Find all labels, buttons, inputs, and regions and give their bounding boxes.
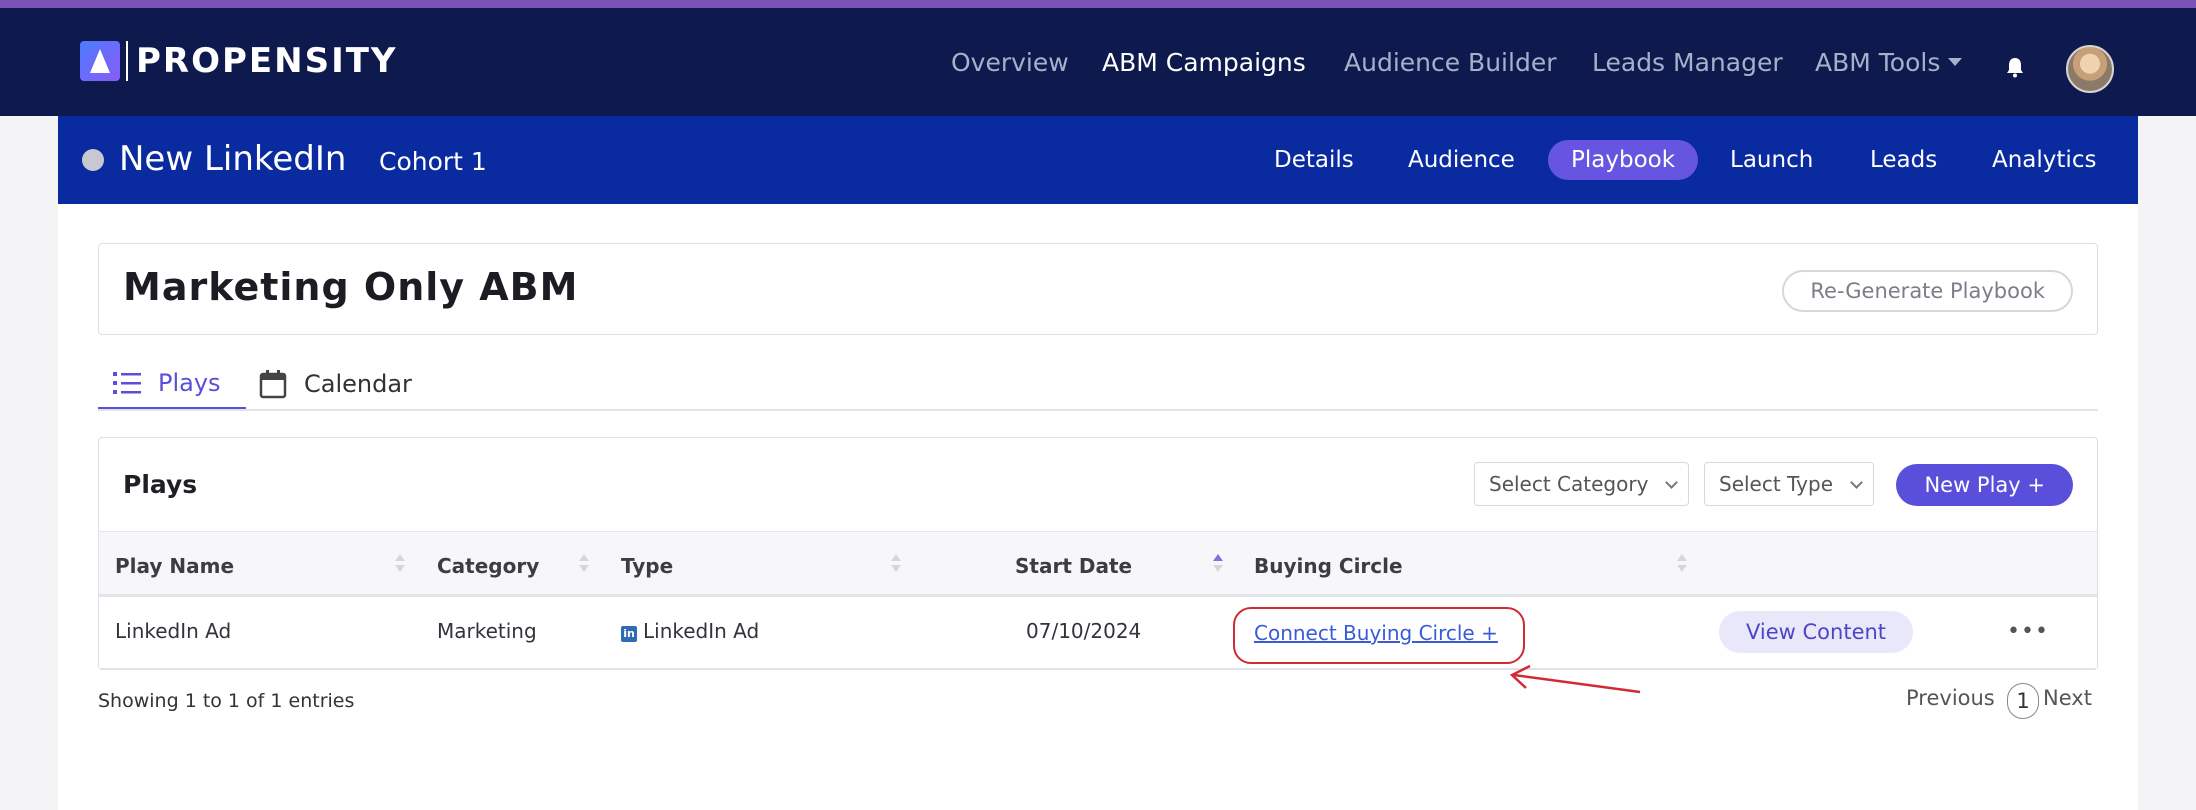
cell-category: Marketing bbox=[437, 619, 537, 643]
pagination-next[interactable]: Next bbox=[2043, 686, 2092, 710]
type-select-value: Select Type bbox=[1719, 472, 1833, 496]
sort-icon[interactable] bbox=[579, 554, 589, 574]
pagination-page-1[interactable]: 1 bbox=[2007, 683, 2039, 719]
column-header-play-name[interactable]: Play Name bbox=[115, 554, 234, 578]
campaign-name: New LinkedIn bbox=[119, 139, 347, 179]
view-content-button[interactable]: View Content bbox=[1719, 611, 1914, 653]
sort-icon[interactable] bbox=[1677, 554, 1687, 574]
notification-bell-icon[interactable] bbox=[2004, 56, 2026, 78]
brand-name: PROPENSITY bbox=[136, 41, 398, 81]
campaign-status-dot bbox=[82, 149, 104, 171]
entries-summary: Showing 1 to 1 of 1 entries bbox=[98, 690, 355, 712]
column-header-buying-circle[interactable]: Buying Circle bbox=[1254, 554, 1403, 578]
more-options-icon[interactable]: ••• bbox=[2007, 619, 2049, 644]
tab-leads[interactable]: Leads bbox=[1870, 140, 1937, 180]
nav-abm-tools-dropdown[interactable]: ABM Tools bbox=[1815, 48, 1963, 77]
tab-plays[interactable]: Plays bbox=[98, 358, 246, 410]
column-header-start-date[interactable]: Start Date bbox=[1015, 554, 1132, 578]
regenerate-playbook-button[interactable]: Re-Generate Playbook bbox=[1782, 270, 2073, 312]
plays-section-title: Plays bbox=[123, 470, 198, 499]
playbook-title: Marketing Only ABM bbox=[123, 265, 579, 309]
cell-type: in LinkedIn Ad bbox=[621, 619, 759, 643]
tab-analytics[interactable]: Analytics bbox=[1992, 140, 2096, 180]
top-accent-stripe bbox=[0, 0, 2196, 8]
tab-calendar-label: Calendar bbox=[304, 370, 412, 398]
nav-audience-builder[interactable]: Audience Builder bbox=[1344, 48, 1556, 77]
sort-ascending-icon[interactable] bbox=[1213, 554, 1223, 574]
sort-icon[interactable] bbox=[891, 554, 901, 574]
user-avatar[interactable] bbox=[2066, 45, 2114, 93]
tabs-divider bbox=[98, 409, 2098, 411]
pagination-previous[interactable]: Previous bbox=[1906, 686, 1995, 710]
sort-icon[interactable] bbox=[395, 554, 405, 574]
campaign-cohort: Cohort 1 bbox=[379, 147, 487, 176]
category-select[interactable]: Select Category bbox=[1474, 462, 1690, 506]
brand-logo[interactable]: PROPENSITY bbox=[80, 41, 398, 81]
chevron-down-icon bbox=[1665, 476, 1679, 489]
propensity-logo-icon bbox=[80, 41, 120, 81]
tab-playbook[interactable]: Playbook bbox=[1548, 140, 1699, 180]
nav-leads-manager[interactable]: Leads Manager bbox=[1592, 48, 1783, 77]
chevron-down-icon bbox=[1850, 476, 1863, 489]
plays-table-card: Plays Select Category Select Type New Pl… bbox=[98, 437, 2098, 670]
table-header: Play Name Category Type Start Date Buyin… bbox=[99, 531, 2097, 597]
nav-abm-campaigns[interactable]: ABM Campaigns bbox=[1102, 48, 1306, 77]
calendar-icon bbox=[259, 370, 287, 399]
column-header-category[interactable]: Category bbox=[437, 554, 539, 578]
tab-details[interactable]: Details bbox=[1274, 140, 1354, 180]
column-header-type[interactable]: Type bbox=[621, 554, 673, 578]
nav-overview[interactable]: Overview bbox=[951, 48, 1069, 77]
cell-type-label: LinkedIn Ad bbox=[643, 619, 760, 643]
logo-divider bbox=[126, 41, 128, 81]
table-row: LinkedIn Ad Marketing in LinkedIn Ad 07/1… bbox=[99, 597, 2097, 669]
tab-calendar[interactable]: Calendar bbox=[258, 358, 412, 410]
playbook-header-card: Marketing Only ABM Re-Generate Playbook bbox=[98, 243, 2098, 335]
cell-start-date: 07/10/2024 bbox=[1026, 619, 1142, 643]
category-select-value: Select Category bbox=[1489, 472, 1649, 496]
chevron-down-icon bbox=[1948, 58, 1963, 66]
annotation-highlight-box bbox=[1233, 607, 1525, 664]
top-navigation-bar: PROPENSITY Overview ABM Campaigns Audien… bbox=[0, 8, 2196, 116]
linkedin-icon: in bbox=[621, 626, 637, 642]
tab-audience[interactable]: Audience bbox=[1408, 140, 1515, 180]
new-play-button[interactable]: New Play + bbox=[1896, 464, 2073, 506]
tab-plays-label: Plays bbox=[158, 368, 221, 397]
list-icon bbox=[113, 371, 141, 394]
campaign-header-bar bbox=[58, 116, 2138, 204]
tab-launch[interactable]: Launch bbox=[1730, 140, 1813, 180]
nav-abm-tools-label: ABM Tools bbox=[1815, 48, 1941, 77]
type-select[interactable]: Select Type bbox=[1704, 462, 1874, 506]
annotation-arrow bbox=[1509, 664, 1641, 694]
cell-play-name: LinkedIn Ad bbox=[115, 619, 232, 643]
